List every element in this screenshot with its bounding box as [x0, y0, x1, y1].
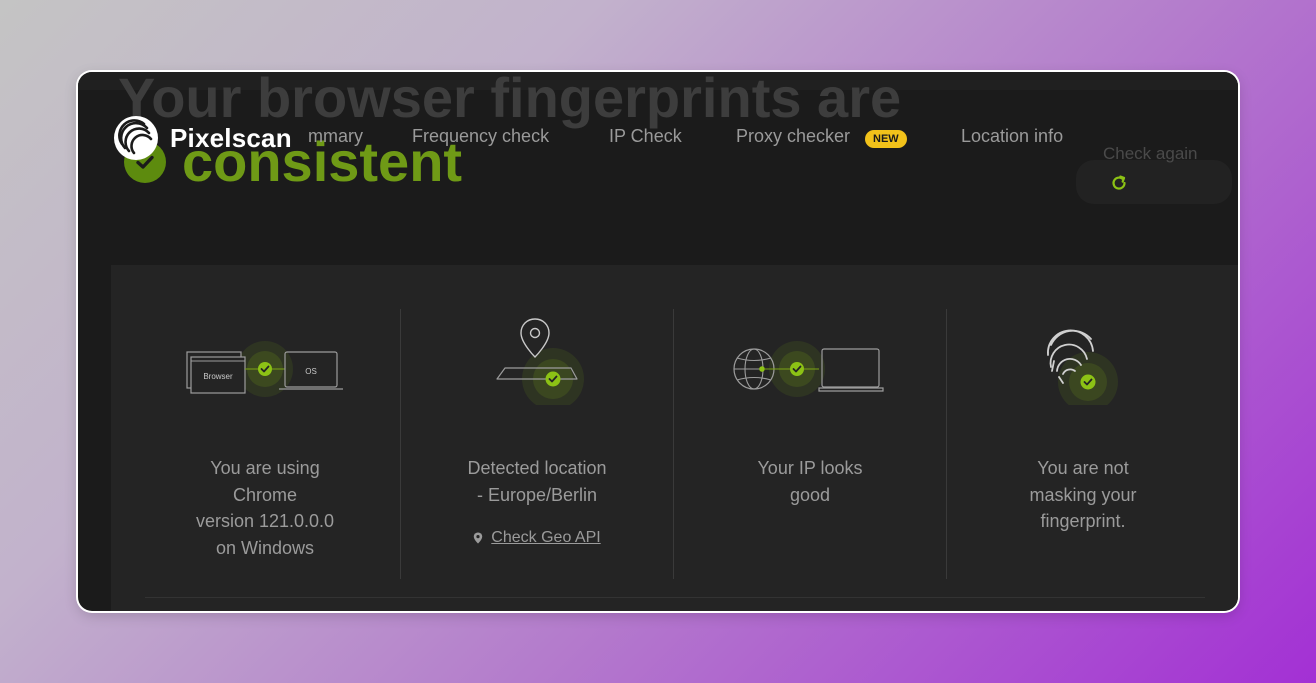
check-circle-icon [790, 362, 804, 376]
pixelscan-logo-icon [114, 116, 158, 160]
ip-card: Your IP looks good [674, 265, 946, 611]
refresh-icon[interactable] [1108, 172, 1130, 194]
location-card: Detected location - Europe/Berlin Check … [401, 265, 673, 611]
location-pin-icon [474, 532, 483, 544]
nav-location-info[interactable]: Location info [961, 126, 1063, 147]
new-badge: NEW [865, 130, 907, 148]
nav-summary[interactable]: mmary [308, 126, 363, 147]
browser-label: Browser [203, 372, 233, 381]
nav-proxy-checker[interactable]: Proxy checker [736, 126, 850, 147]
geo-api-link-row: Check Geo API [401, 529, 673, 547]
app-window: Your browser fingerprints are consistent… [78, 72, 1238, 611]
nav-ip-check[interactable]: IP Check [609, 126, 682, 147]
page-content: Your browser fingerprints are consistent… [78, 72, 1238, 611]
browser-summary: You are using Chrome version 121.0.0.0 o… [195, 458, 335, 558]
browser-os-card: Browser OS You are using Chrome version … [129, 265, 401, 611]
check-circle-icon [545, 371, 561, 387]
location-summary: Detected location - Europe/Berlin [467, 458, 607, 505]
os-label: OS [305, 367, 317, 376]
check-circle-icon [1080, 374, 1096, 390]
check-circle-icon [258, 362, 272, 376]
nav-frequency-check[interactable]: Frequency check [412, 126, 549, 147]
ip-illustration [733, 341, 884, 397]
top-nav: Pixelscan mmary Frequency check IP Check… [78, 112, 1238, 164]
brand-name: Pixelscan [170, 122, 292, 153]
brand-logo[interactable]: Pixelscan [112, 114, 292, 162]
fingerprint-illustration [1047, 329, 1118, 405]
browser-os-illustration: Browser OS [186, 341, 343, 397]
check-again-button[interactable] [1076, 160, 1232, 204]
location-illustration [496, 318, 584, 405]
check-geo-api-link[interactable]: Check Geo API [491, 529, 600, 547]
ip-summary: Your IP looks good [757, 458, 863, 505]
fingerprint-summary: You are not masking your fingerprint. [1029, 458, 1137, 531]
summary-panel: Browser OS You are using Chrome version … [111, 265, 1238, 611]
laptop-icon [818, 348, 884, 392]
section-divider [145, 597, 1205, 598]
fingerprint-card: You are not masking your fingerprint. [947, 265, 1219, 611]
